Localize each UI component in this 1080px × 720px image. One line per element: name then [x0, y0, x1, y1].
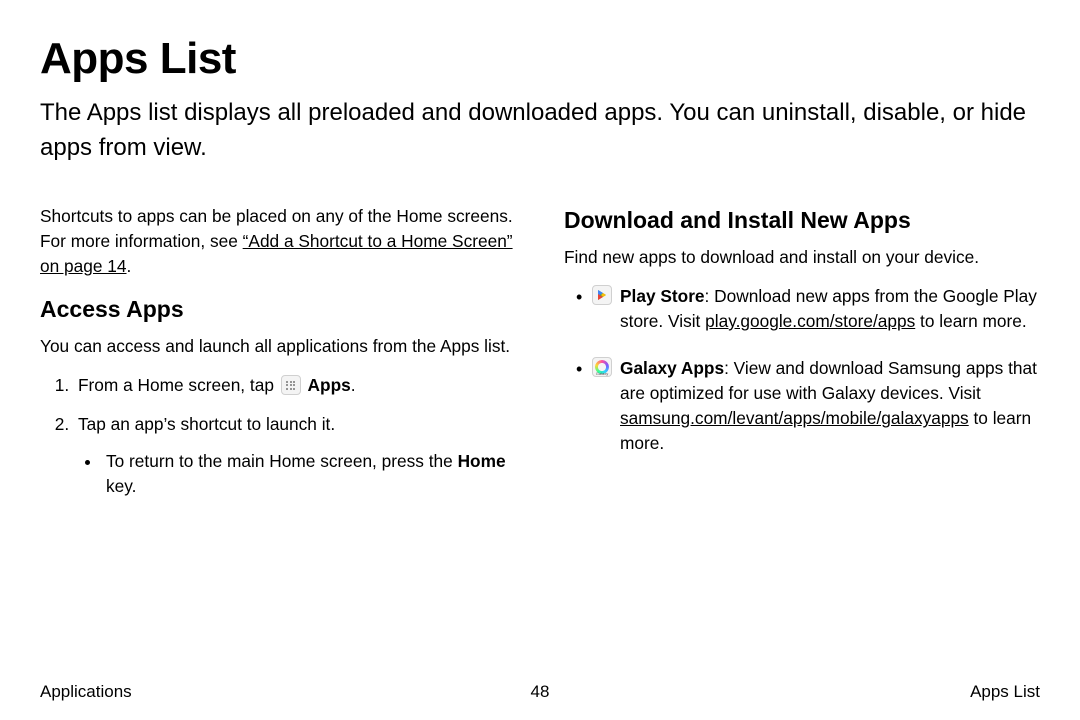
step2-text: Tap an app’s shortcut to launch it.	[78, 414, 335, 434]
download-install-desc: Find new apps to download and install on…	[564, 245, 1040, 270]
home-key-label: Home	[458, 451, 506, 471]
galaxy-apps-link[interactable]: samsung.com/levant/apps/mobile/galaxyapp…	[620, 408, 969, 428]
two-column-layout: Shortcuts to apps can be placed on any o…	[40, 204, 1040, 514]
galaxy-apps-icon: Galaxy	[592, 357, 612, 377]
apps-grid-icon	[281, 375, 301, 395]
access-steps-list: From a Home screen, tap Apps. Tap an app…	[40, 373, 516, 499]
step2-sub-post: key.	[106, 476, 136, 496]
step1-pre: From a Home screen, tap	[78, 375, 279, 395]
galaxy-icon-label: Galaxy	[593, 371, 611, 377]
page-number: 48	[531, 682, 550, 702]
galaxy-apps-name: Galaxy Apps	[620, 358, 724, 378]
galaxy-apps-item: Galaxy Galaxy Apps: View and download Sa…	[568, 356, 1040, 456]
play-store-name: Play Store	[620, 286, 705, 306]
step2-sublist: To return to the main Home screen, press…	[78, 449, 516, 499]
intro-text: The Apps list displays all preloaded and…	[40, 96, 1040, 166]
step2-sub-pre: To return to the main Home screen, press…	[106, 451, 458, 471]
left-column: Shortcuts to apps can be placed on any o…	[40, 204, 516, 514]
play-store-icon	[592, 285, 612, 305]
page: Apps List The Apps list displays all pre…	[0, 0, 1080, 720]
footer-left: Applications	[40, 682, 132, 702]
app-store-list: Play Store: Download new apps from the G…	[564, 284, 1040, 456]
download-install-heading: Download and Install New Apps	[564, 204, 1040, 237]
step1-post: .	[351, 375, 356, 395]
shortcuts-post: .	[127, 256, 132, 276]
step-1: From a Home screen, tap Apps.	[74, 373, 516, 398]
step-2: Tap an app’s shortcut to launch it. To r…	[74, 412, 516, 499]
access-apps-heading: Access Apps	[40, 293, 516, 326]
right-column: Download and Install New Apps Find new a…	[564, 204, 1040, 514]
access-apps-desc: You can access and launch all applicatio…	[40, 334, 516, 359]
shortcuts-paragraph: Shortcuts to apps can be placed on any o…	[40, 204, 516, 279]
footer-right: Apps List	[970, 682, 1040, 702]
step2-sub-item: To return to the main Home screen, press…	[102, 449, 516, 499]
play-store-item: Play Store: Download new apps from the G…	[568, 284, 1040, 334]
step1-apps-label: Apps	[308, 375, 351, 395]
play-store-link[interactable]: play.google.com/store/apps	[705, 311, 915, 331]
page-footer: Applications 48 Apps List	[40, 682, 1040, 702]
page-title: Apps List	[40, 34, 1040, 84]
play-text-post: to learn more.	[915, 311, 1026, 331]
